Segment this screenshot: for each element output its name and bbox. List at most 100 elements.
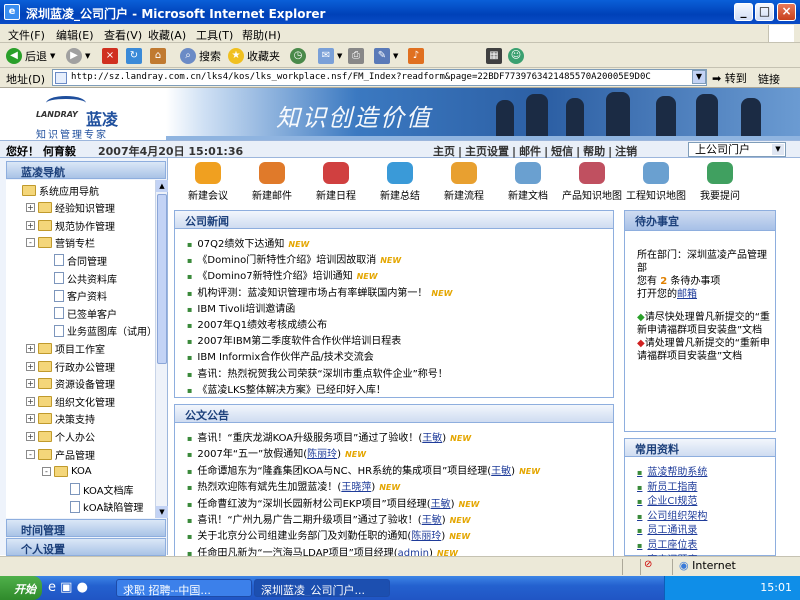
- nav-tree-item[interactable]: + 行政办公管理: [26, 358, 115, 374]
- nav-mail[interactable]: 邮件: [519, 145, 541, 158]
- notice-item[interactable]: 喜讯！“广州九易广告二期升级项目”通过了验收！(王敏)NEW: [187, 511, 470, 526]
- edit-button[interactable]: ✎ ▼: [374, 47, 398, 64]
- common-doc-link[interactable]: 企业CI规范: [637, 492, 697, 507]
- nav-tree-item[interactable]: - KOA: [42, 464, 92, 480]
- search-button[interactable]: ⌕ 搜索: [180, 47, 221, 64]
- common-doc-link[interactable]: 员工通讯录: [637, 521, 697, 536]
- author-link[interactable]: 王敏: [491, 466, 511, 477]
- messenger-button[interactable]: ♪: [408, 47, 424, 64]
- address-input[interactable]: http://sz.landray.com.cn/lks4/kos/lks_wo…: [52, 69, 707, 86]
- notice-item[interactable]: 2007年“五一”放假通知(陈丽玲)NEW: [187, 445, 366, 460]
- menu-edit[interactable]: 编辑(E): [56, 27, 94, 43]
- home-button[interactable]: ⌂: [150, 47, 166, 64]
- nav-header[interactable]: 蓝凌导航: [6, 161, 166, 179]
- nav-tree-item[interactable]: 公共资料库: [42, 270, 117, 286]
- quick-action[interactable]: 我要提问: [688, 160, 752, 202]
- nav-tree-item[interactable]: 系统应用导航: [10, 182, 99, 198]
- quick-action[interactable]: 工程知识地图: [624, 160, 688, 202]
- news-item[interactable]: 《蓝凌LKS整体解决方案》已经印好入库！: [187, 381, 385, 396]
- notice-item[interactable]: 喜讯！“重庆龙湖KOA升级服务项目”通过了验收！(王敏)NEW: [187, 429, 471, 444]
- common-doc-link[interactable]: 蓝凌帮助系统: [637, 463, 707, 478]
- scroll-thumb[interactable]: [157, 194, 167, 364]
- expand-icon[interactable]: +: [26, 220, 35, 230]
- nav-tree-item[interactable]: + 组织文化管理: [26, 393, 115, 409]
- nav-personal-settings[interactable]: 个人设置: [6, 538, 166, 556]
- nav-home-settings[interactable]: 主页设置: [465, 145, 509, 158]
- maximize-button[interactable]: □: [755, 3, 774, 21]
- desktop-icon[interactable]: ▣: [60, 580, 72, 595]
- portal-select[interactable]: 上公司门户 ▼: [688, 142, 786, 157]
- minimize-button[interactable]: _: [734, 3, 753, 21]
- refresh-button[interactable]: ↻: [126, 47, 142, 64]
- news-item[interactable]: IBM Tivoli培训邀请函: [187, 300, 295, 315]
- landray-logo[interactable]: LANDRAY 蓝凌 知识管理专家: [6, 92, 166, 141]
- menu-tools[interactable]: 工具(T): [196, 27, 233, 43]
- start-button[interactable]: 开始: [0, 576, 42, 600]
- task-button-portal[interactable]: 深圳蓝凌_公司门户...: [254, 579, 390, 597]
- menu-file[interactable]: 文件(F): [8, 27, 45, 43]
- news-item[interactable]: 机构评测：蓝凌知识管理市场占有率蝉联国内第一！NEW: [187, 284, 452, 299]
- expand-icon[interactable]: +: [26, 343, 35, 353]
- print-button[interactable]: ⎙: [348, 47, 364, 64]
- collapse-icon[interactable]: -: [26, 238, 35, 248]
- notice-item[interactable]: 关于北京分公司组建业务部门及刘勤任职的通知(陈丽玲)NEW: [187, 527, 470, 542]
- go-button[interactable]: ➡ 转到: [712, 70, 747, 86]
- close-button[interactable]: ×: [777, 3, 796, 21]
- expand-icon[interactable]: +: [26, 431, 35, 441]
- back-button[interactable]: ◀ 后退 ▼: [6, 47, 55, 64]
- news-item[interactable]: 《Domino门新特性介绍》培训因故取消NEW: [187, 251, 401, 266]
- news-item[interactable]: 《Domino7新特性介绍》培训通知NEW: [187, 267, 377, 282]
- mailbox-link[interactable]: 邮箱: [677, 289, 697, 300]
- expand-icon[interactable]: +: [26, 396, 35, 406]
- nav-tree-item[interactable]: 客户资料: [42, 288, 107, 304]
- news-item[interactable]: 2007年Q1绩效考核成绩公布: [187, 316, 327, 331]
- nav-tree-item[interactable]: + 资源设备管理: [26, 376, 115, 392]
- links-button[interactable]: 链接: [758, 71, 780, 87]
- research-button[interactable]: ▦: [486, 47, 502, 64]
- task-button-job[interactable]: 求职 招聘--中国...: [116, 579, 252, 597]
- nav-tree-item[interactable]: KOA文档库: [58, 481, 134, 497]
- nav-tree-item[interactable]: + 项目工作室: [26, 340, 105, 356]
- news-item[interactable]: 2007年IBM第二季度软件合作伙伴培训日程表: [187, 332, 401, 347]
- quick-action[interactable]: 新建文档: [496, 160, 560, 202]
- news-item[interactable]: 喜讯：热烈祝贺我公司荣获“深圳市重点软件企业”称号！: [187, 365, 447, 380]
- nav-tree-item[interactable]: 合同管理: [42, 252, 107, 268]
- todo-item[interactable]: ◆请处理曾凡新提交的“重新申请福群项目安装盘”文档: [637, 337, 773, 363]
- quick-action[interactable]: 新建日程: [304, 160, 368, 202]
- quick-action[interactable]: 新建总结: [368, 160, 432, 202]
- news-item[interactable]: 07Q2绩效下达通知NEW: [187, 235, 309, 250]
- expand-icon[interactable]: +: [26, 414, 35, 424]
- nav-tree-item[interactable]: - 营销专栏: [26, 235, 95, 251]
- nav-tree-item[interactable]: + 规范协作管理: [26, 217, 115, 233]
- menu-view[interactable]: 查看(V): [104, 27, 142, 43]
- nav-time-management[interactable]: 时间管理: [6, 519, 166, 537]
- expand-icon[interactable]: +: [26, 379, 35, 389]
- quick-action[interactable]: 新建邮件: [240, 160, 304, 202]
- author-link[interactable]: 陈丽玲: [411, 531, 441, 542]
- nav-logout[interactable]: 注销: [615, 145, 637, 158]
- quick-action[interactable]: 产品知识地图: [560, 160, 624, 202]
- nav-tree-item[interactable]: 已签单客户: [42, 305, 117, 321]
- nav-tree-item[interactable]: + 决策支持: [26, 411, 95, 427]
- menu-help[interactable]: 帮助(H): [242, 27, 281, 43]
- author-link[interactable]: 陈丽玲: [307, 449, 337, 460]
- nav-tree-item[interactable]: + 经验知识管理: [26, 200, 115, 216]
- scroll-down-icon[interactable]: ▼: [156, 506, 168, 518]
- mail-button[interactable]: ✉ ▼: [318, 47, 342, 64]
- collapse-icon[interactable]: -: [42, 467, 51, 477]
- contacts-button[interactable]: ☺: [508, 47, 524, 64]
- author-link[interactable]: 王敏: [431, 499, 451, 510]
- history-button[interactable]: ◷: [290, 47, 306, 64]
- news-item[interactable]: IBM Informix合作伙伴产品/技术交流会: [187, 348, 373, 363]
- nav-sms[interactable]: 短信: [551, 145, 573, 158]
- favorites-button[interactable]: ★ 收藏夹: [228, 47, 280, 64]
- todo-item[interactable]: ◆请尽快处理曾凡新提交的“重新申请福群项目安装盘”文档: [637, 311, 773, 337]
- nav-tree-item[interactable]: kOA缺陷管理: [58, 499, 143, 515]
- ie-quicklaunch-icon[interactable]: e: [48, 580, 56, 595]
- media-icon[interactable]: ●: [77, 580, 88, 595]
- notice-item[interactable]: 任命谭旭东为“隆鑫集团KOA与NC、HR系统的集成项目”项目经理(王敏)NEW: [187, 462, 540, 477]
- nav-home[interactable]: 主页: [433, 145, 455, 158]
- notice-item[interactable]: 任命曹红波为“深圳长园新材公司EKP项目”项目经理(王敏)NEW: [187, 495, 479, 510]
- nav-tree-item[interactable]: + 个人办公: [26, 428, 95, 444]
- forward-button[interactable]: ▶ ▼: [66, 47, 90, 64]
